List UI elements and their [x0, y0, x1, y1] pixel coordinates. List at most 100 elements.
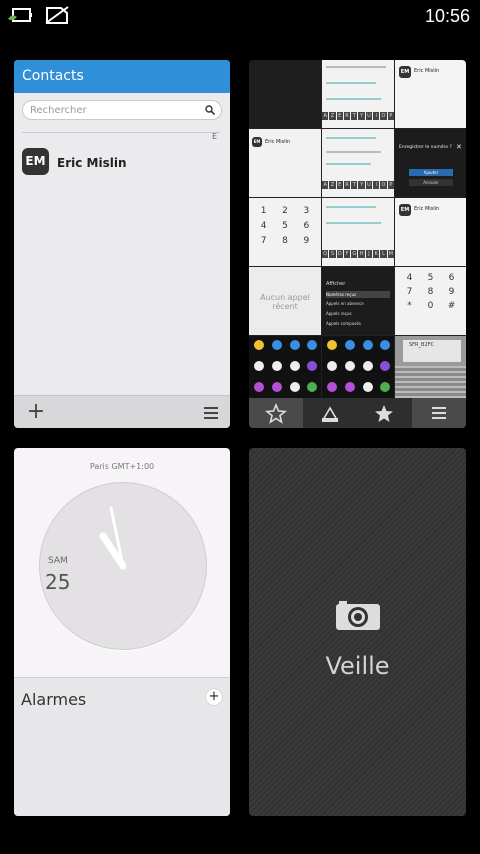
dial-key: 2	[282, 206, 288, 216]
avatar: EM	[399, 66, 411, 78]
tile-dialpad: 1 2 3 4 5 6 7 8 9	[249, 198, 321, 266]
contacts-app-card[interactable]: Contacts Rechercher E EM Eric Mislin +	[14, 60, 230, 428]
dial-key: 1	[260, 206, 267, 216]
call-log-icon	[321, 406, 339, 422]
key: M	[387, 250, 394, 258]
phone-menu-button[interactable]	[412, 398, 466, 428]
dial-key: 0	[427, 301, 434, 311]
avatar: EM	[22, 148, 49, 175]
key: S	[329, 250, 336, 258]
alarms-panel: Alarmes +	[14, 677, 230, 816]
tile-caller: EM Eric Mislin	[249, 129, 321, 197]
tile-app-grid-2	[322, 336, 394, 398]
save-button: Ajouter	[409, 169, 453, 176]
dial-key: 5	[282, 221, 288, 231]
tile-message-editor: AZERTYUIOP	[322, 60, 394, 128]
dial-key: 6	[303, 221, 310, 231]
key: H	[358, 250, 365, 258]
key: U	[365, 112, 373, 120]
close-icon: ✕	[456, 143, 462, 151]
key: Z	[329, 181, 336, 189]
contacts-title: Contacts	[14, 60, 230, 93]
filter-title: Afficher	[326, 281, 346, 287]
dial-key: 7	[406, 287, 413, 297]
day-label: SAM	[48, 556, 68, 566]
phone-toolbar	[249, 398, 466, 428]
star-outline-icon	[264, 402, 288, 424]
index-divider	[22, 132, 220, 133]
tile-black	[249, 60, 321, 128]
key: F	[343, 250, 351, 258]
save-prompt: Enregistrer le numéro ?	[399, 145, 452, 150]
index-letter: E	[212, 132, 218, 141]
key: Q	[322, 250, 329, 258]
contact-name: Eric Mislin	[57, 156, 127, 170]
dial-key: 9	[448, 287, 455, 297]
cancel-button: Annuler	[409, 179, 453, 186]
dial-key: 4	[406, 273, 413, 283]
search-input[interactable]: Rechercher	[22, 100, 222, 120]
standby-label: Veille	[325, 652, 390, 680]
filter-option: Numéros reçus	[326, 291, 390, 298]
key: A	[322, 181, 329, 189]
avatar: EM	[399, 204, 411, 216]
city-label: Paris GMT+1:00	[89, 462, 155, 471]
contacts-toolbar: +	[14, 395, 230, 428]
key: T	[351, 181, 358, 189]
status-clock: 10:56	[424, 6, 470, 26]
phone-app-card[interactable]: AZERTYUIOP EM Eric Mislin EM Eric Mislin…	[249, 60, 466, 428]
tab-starred[interactable]	[357, 398, 411, 428]
contact-row[interactable]: EM Eric Mislin	[14, 145, 230, 181]
filter-option: Appels en absence	[326, 301, 364, 306]
no-sim-icon	[45, 6, 69, 24]
tile-message-editor-3: QSDFGHJKLM	[322, 198, 394, 266]
dial-key: 3	[303, 206, 310, 216]
add-alarm-button[interactable]: +	[206, 689, 222, 705]
tile-filter-menu: Afficher Numéros reçus Appels en absence…	[322, 267, 394, 335]
key: J	[365, 250, 373, 258]
wifi-label: SFR_B2FC	[409, 342, 435, 348]
key: P	[387, 112, 394, 120]
no-calls-text: Aucun appel récent	[260, 293, 310, 311]
tile-contact-detail: EM Eric Mislin	[395, 60, 466, 128]
camera-app-card[interactable]: Veille	[249, 448, 466, 816]
tile-app-grid	[249, 336, 321, 398]
tile-save-dialog: Enregistrer le numéro ? ✕ Ajouter Annule…	[395, 129, 466, 197]
camera-icon	[336, 601, 380, 630]
filter-option: Appels reçus	[326, 311, 352, 316]
tab-history[interactable]	[303, 398, 357, 428]
add-contact-button[interactable]: +	[26, 399, 46, 425]
key: E	[336, 181, 343, 189]
key: I	[373, 181, 380, 189]
search-icon[interactable]	[205, 105, 215, 115]
clock-hands-icon	[99, 506, 127, 570]
search-placeholder: Rechercher	[30, 105, 87, 116]
dial-key: 4	[260, 221, 267, 231]
date-number: 25	[45, 570, 71, 594]
dial-key: #	[447, 301, 456, 311]
key: U	[365, 181, 373, 189]
status-bar: 10:56	[0, 0, 480, 34]
dial-key: 8	[282, 236, 288, 246]
avatar: EM	[252, 137, 262, 147]
key: E	[336, 112, 343, 120]
dial-key: 5	[427, 273, 434, 283]
key: G	[351, 250, 358, 258]
tab-favorites[interactable]	[249, 398, 303, 428]
key: D	[336, 250, 343, 258]
caller-name: Eric Mislin	[414, 206, 440, 212]
tile-call-log: Aucun appel récent	[249, 267, 321, 335]
analog-clock	[39, 482, 207, 650]
dial-key: *	[407, 301, 412, 311]
menu-icon	[432, 407, 446, 419]
key: O	[380, 112, 387, 120]
menu-icon[interactable]	[204, 407, 218, 419]
clock-app-card[interactable]: Paris GMT+1:00 SAM 25 Alarmes +	[14, 448, 230, 816]
key: P	[387, 181, 394, 189]
key: O	[380, 181, 387, 189]
dial-key: 7	[260, 236, 267, 246]
key: R	[343, 181, 351, 189]
filter-option: Appels composés	[326, 321, 361, 326]
battery-charging-icon	[8, 8, 32, 22]
key: L	[380, 250, 387, 258]
